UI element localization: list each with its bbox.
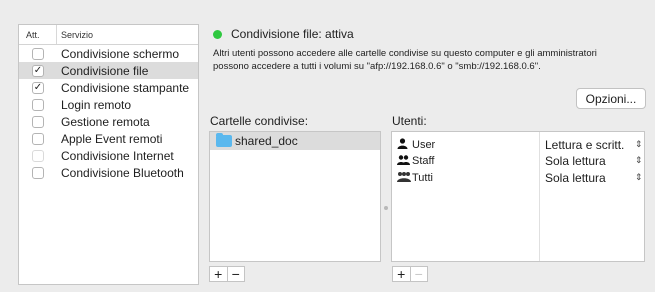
status-indicator-icon [213, 29, 222, 39]
service-checkbox[interactable] [32, 47, 44, 60]
shared-folders-label: Cartelle condivise: [210, 114, 309, 128]
service-label: Apple Event remoti [61, 131, 163, 146]
chevron-up-down-icon[interactable]: ⇕ [635, 156, 643, 165]
sharing-status: Condivisione file: attiva [213, 27, 354, 41]
permission-select[interactable]: Sola lettura [545, 171, 606, 185]
single-user-icon [392, 137, 408, 152]
users-add-remove: + − [392, 266, 428, 282]
service-checkbox [32, 149, 44, 162]
permission-select[interactable]: Lettura e scritt. [545, 138, 624, 152]
service-row-printer-sharing[interactable]: ✓ Condivisione stampante [19, 79, 198, 96]
service-row-remote-apple-events[interactable]: Apple Event remoti [19, 130, 198, 147]
service-row-bluetooth-sharing[interactable]: Condivisione Bluetooth [19, 164, 198, 181]
add-user-button[interactable]: + [393, 267, 410, 281]
remove-user-button: − [409, 267, 428, 281]
users-list: User Lettura e scritt. ⇕ Staff Sola lett… [391, 131, 645, 262]
service-label: Condivisione stampante [61, 80, 190, 95]
shared-folder-row[interactable]: shared_doc [210, 132, 380, 150]
services-header: Att. Servizio [19, 25, 198, 45]
user-row-staff[interactable]: Staff Sola lettura ⇕ [392, 152, 644, 169]
users-label: Utenti: [392, 114, 427, 128]
service-label: Condivisione Internet [61, 148, 174, 163]
user-name: User [412, 138, 436, 151]
user-row-everyone[interactable]: Tutti Sola lettura ⇕ [392, 169, 644, 186]
description-line: Altri utenti possono accedere alle carte… [213, 48, 597, 59]
service-label: Condivisione file [61, 63, 149, 78]
service-row-internet-sharing[interactable]: Condivisione Internet [19, 147, 198, 164]
user-name: Staff [412, 154, 435, 167]
everyone-icon [392, 171, 411, 185]
service-checkbox[interactable] [32, 115, 44, 128]
service-row-file-sharing[interactable]: ✓ Condivisione file [19, 62, 198, 79]
header-enabled: Att. [19, 25, 57, 44]
service-label: Login remoto [61, 97, 132, 112]
folders-add-remove: + − [209, 266, 245, 282]
user-row-user[interactable]: User Lettura e scritt. ⇕ [392, 136, 644, 153]
sharing-description: Altri utenti possono accedere alle carte… [213, 47, 645, 73]
service-checkbox[interactable] [32, 132, 44, 145]
status-text: Condivisione file: attiva [231, 27, 354, 41]
service-checkbox[interactable] [32, 98, 44, 111]
service-checkbox[interactable] [32, 166, 44, 179]
service-row-remote-login[interactable]: Login remoto [19, 96, 198, 113]
options-button[interactable]: Opzioni... [576, 88, 646, 109]
add-folder-button[interactable]: + [210, 267, 227, 281]
description-line: possono accedere a tutti i volumi su "af… [213, 61, 541, 72]
service-checkbox[interactable]: ✓ [32, 64, 44, 77]
service-label: Condivisione Bluetooth [61, 165, 184, 180]
remove-folder-button[interactable]: − [226, 267, 245, 281]
header-service: Servizio [61, 29, 94, 40]
service-checkbox[interactable]: ✓ [32, 81, 44, 94]
services-list: Att. Servizio Condivisione schermo ✓ Con… [18, 24, 199, 285]
folder-icon [216, 133, 232, 147]
permission-select[interactable]: Sola lettura [545, 154, 606, 168]
user-name: Tutti [412, 171, 433, 184]
shared-folders-list: shared_doc [209, 131, 381, 262]
group-icon [392, 154, 410, 168]
service-row-remote-management[interactable]: Gestione remota [19, 113, 198, 130]
split-view-handle[interactable] [384, 206, 388, 210]
chevron-up-down-icon[interactable]: ⇕ [635, 140, 643, 149]
shared-folder-name: shared_doc [235, 134, 298, 148]
service-label: Condivisione schermo [61, 46, 180, 61]
chevron-up-down-icon[interactable]: ⇕ [635, 173, 643, 182]
service-label: Gestione remota [61, 114, 150, 129]
service-row-screen-sharing[interactable]: Condivisione schermo [19, 45, 198, 62]
